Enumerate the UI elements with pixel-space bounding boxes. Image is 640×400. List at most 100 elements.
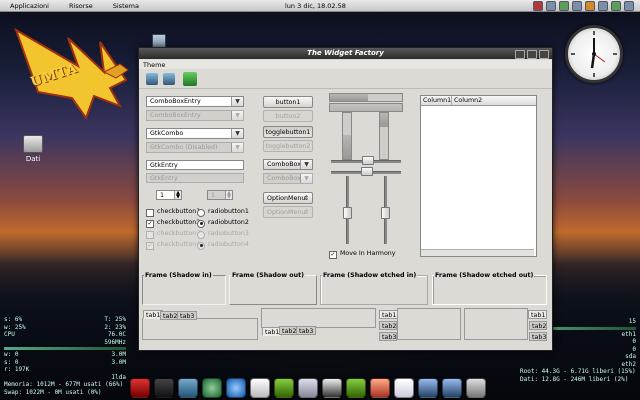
contacts-icon[interactable] (346, 378, 366, 398)
scale-horizontal-thumb[interactable] (362, 156, 374, 165)
wifi-icon[interactable] (598, 1, 608, 11)
conky-row: Ilda (111, 373, 126, 381)
desktop-icon-dati[interactable]: Dati (16, 135, 50, 163)
menubar: Theme (139, 60, 552, 69)
plane-icon[interactable] (130, 378, 150, 398)
checkbutton4: ✓ checkbutton4 (146, 241, 201, 250)
checkbox-checked-icon: ✓ (146, 241, 154, 250)
media-player-icon[interactable] (202, 378, 222, 398)
conky-system-monitor-left: s: 6% T: 25% w: 25% 2: 23% CPU 76.0C 596MHz… (0, 316, 130, 400)
frame-shadow-etched-in (320, 275, 428, 305)
radio-selected-icon (197, 219, 205, 228)
checkbutton1[interactable]: checkbutton1 (146, 208, 200, 217)
terminal-icon[interactable] (154, 378, 174, 398)
checkbox-icon (146, 230, 154, 239)
spin-button[interactable]: 1 ▲ ▼ (156, 190, 182, 200)
menu-theme[interactable]: Theme (143, 61, 165, 69)
tab-3[interactable]: tab3 (379, 332, 397, 341)
tab-2[interactable]: tab2 (529, 321, 547, 330)
radiobutton1[interactable]: radiobutton1 (197, 208, 249, 217)
folder-icon[interactable] (418, 378, 438, 398)
notebook-tabs-top (142, 318, 258, 340)
menu-sistema[interactable]: Sistema (113, 2, 139, 10)
frame-shadow-in (142, 275, 226, 305)
horizontal-scrollbar[interactable] (421, 249, 534, 256)
tab-3[interactable]: tab3 (296, 326, 317, 335)
scale-vertical-thumb-2[interactable] (381, 207, 390, 219)
combobox[interactable]: ComboBox ▼ (263, 159, 313, 170)
option-menu-indicator-icon: ⇕ (303, 195, 309, 202)
chevron-down-icon: ▼ (231, 111, 243, 120)
option-menu[interactable]: OptionMenu ⇕ (263, 192, 313, 204)
radiobutton4: radiobutton4 (197, 241, 249, 250)
window-titlebar[interactable]: The Widget Factory (139, 48, 552, 59)
add-plus-icon[interactable] (183, 72, 197, 86)
google-icon[interactable] (394, 378, 414, 398)
spin-arrows-icon[interactable]: ▲ ▼ (174, 191, 181, 199)
desktop-icon-label: Dati (25, 155, 41, 163)
gtk-combo[interactable]: GtkCombo ▼ (146, 128, 244, 139)
conky-row: w: 25% 2: 23% (4, 323, 126, 331)
trash-dock-icon[interactable] (466, 378, 486, 398)
option-menu-disabled: OptionMenu ⇕ (263, 206, 313, 218)
combo-box-entry-disabled: ComboBoxEntry ▼ (146, 110, 244, 121)
notebook-tabs-bottom (261, 308, 376, 328)
conky-row: r: 197K (4, 366, 30, 373)
spin-arrows-icon: ▲ ▼ (225, 191, 232, 199)
menu-applicazioni[interactable]: Applicazioni (10, 2, 49, 10)
web-browser-icon[interactable] (226, 378, 246, 398)
mail-icon[interactable] (250, 378, 270, 398)
button1[interactable]: button1 (263, 96, 313, 108)
tab-3[interactable]: tab3 (529, 332, 547, 341)
gtk-combo-disabled: GtkCombo (Disabled) ▼ (146, 142, 244, 153)
progress-bar-horizontal (329, 93, 403, 102)
tab-2[interactable]: tab2 (379, 321, 397, 330)
menu-risorse[interactable]: Risorse (69, 2, 93, 10)
close-button[interactable] (539, 50, 549, 59)
disk-icon[interactable] (442, 378, 462, 398)
tab-1[interactable]: tab1 (528, 310, 547, 319)
radiobutton2[interactable]: radiobutton2 (197, 219, 249, 228)
power-icon[interactable] (624, 1, 634, 11)
image-viewer-icon[interactable] (178, 378, 198, 398)
chevron-down-icon: ▼ (231, 143, 243, 152)
maximize-button[interactable] (527, 50, 537, 59)
network-icon[interactable] (546, 1, 556, 11)
progress-bar-vertical (342, 112, 352, 160)
minimize-button[interactable] (515, 50, 525, 59)
scale-vertical-thumb[interactable] (343, 207, 352, 219)
gtk-entry[interactable]: GtkEntry (146, 160, 244, 170)
togglebutton1[interactable]: togglebutton1 (263, 126, 313, 138)
toolbar (139, 70, 552, 89)
combo-box-entry[interactable]: ComboBoxEntry ▼ (146, 96, 244, 107)
drive-icon (23, 135, 43, 153)
monitor-icon[interactable] (322, 378, 342, 398)
tab-3[interactable]: tab3 (177, 311, 198, 320)
messenger-icon[interactable] (274, 378, 294, 398)
conky-swap: Swap: 1022M - 0M usati (0%) (4, 388, 102, 396)
togglebutton2: togglebutton2 (263, 140, 313, 152)
conky-row: 596MHz (104, 338, 126, 346)
tree-view[interactable]: Column1 Column2 (420, 95, 537, 257)
conky-row: s: 0 3.0M (4, 358, 126, 366)
volume-icon[interactable] (572, 1, 582, 11)
tab-1[interactable]: tab1 (379, 310, 398, 319)
update-icon[interactable] (559, 1, 569, 11)
column-header[interactable]: Column2 (452, 96, 536, 105)
back-arrow-icon[interactable] (146, 73, 158, 85)
column-header[interactable]: Column1 (421, 96, 452, 105)
system-tray (533, 1, 634, 11)
radio-selected-icon (197, 241, 205, 250)
panel-clock[interactable]: lun 3 dic, 18.02.58 (285, 2, 346, 10)
notification-icon[interactable] (585, 1, 595, 11)
keyboard-icon[interactable] (611, 1, 621, 11)
checkbutton2[interactable]: ✓ checkbutton2 (146, 219, 200, 228)
package-icon[interactable] (370, 378, 390, 398)
document-icon[interactable] (298, 378, 318, 398)
gtk-entry-disabled: GtkEntry (146, 173, 244, 183)
analog-clock-widget (565, 25, 623, 83)
forward-arrow-icon[interactable] (163, 73, 175, 85)
scale-horizontal-thumb-2[interactable] (361, 167, 373, 176)
battery-icon[interactable] (533, 1, 543, 11)
move-in-harmony-check[interactable]: ✓ Move In Harmony (329, 250, 396, 259)
